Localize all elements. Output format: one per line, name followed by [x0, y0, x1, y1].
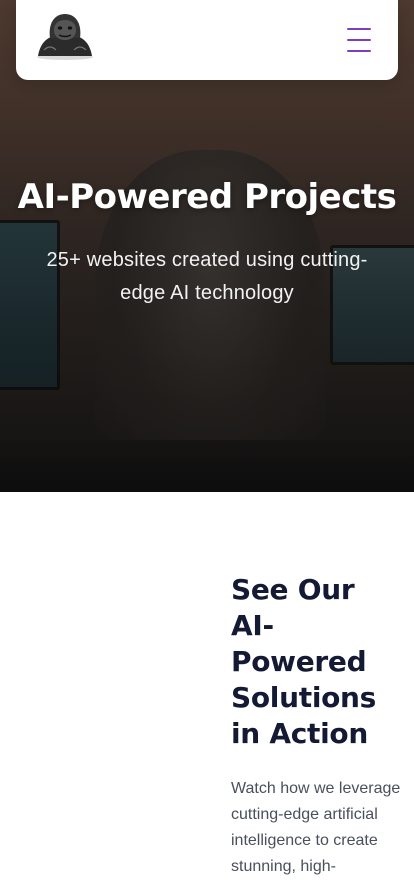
showcase-description: Watch how we leverage cutting-edge artif… [231, 780, 401, 875]
hero-subtitle: 25+ websites created using cutting-edge … [46, 249, 368, 304]
menu-bar-top [347, 28, 371, 30]
showcase-title: See Our AI-Powered Solutions in Action [231, 573, 377, 750]
gorilla-logo-icon[interactable] [34, 10, 96, 60]
menu-bar-middle [347, 39, 371, 41]
menu-bar-bottom [347, 50, 371, 52]
hero-title: AI-Powered Projects [17, 177, 397, 217]
top-navbar [16, 0, 398, 80]
hamburger-menu-icon[interactable] [347, 28, 373, 52]
